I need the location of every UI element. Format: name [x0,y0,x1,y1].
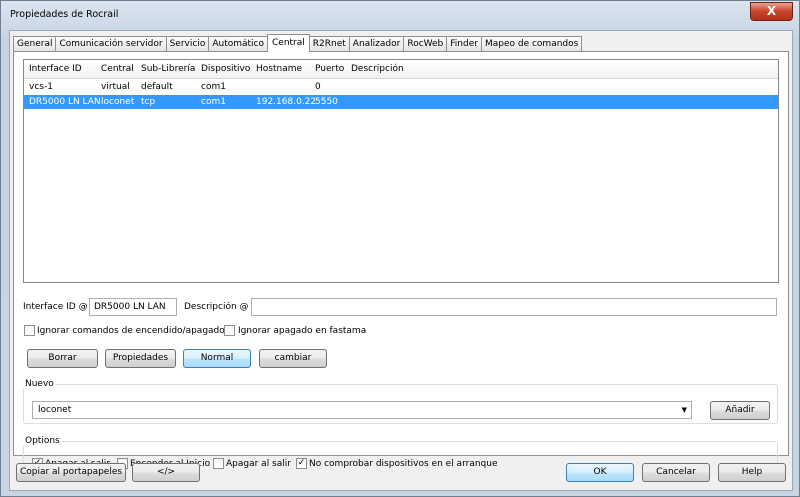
nuevo-select-value: loconet [38,405,72,415]
descripcion-label: Descripción @ [184,302,249,312]
ok-button[interactable]: OK [566,463,634,482]
tab-general[interactable]: General [13,36,57,52]
column-header[interactable]: Sub-Librería [141,64,195,74]
close-button[interactable]: X [750,2,793,21]
table-cell: 0 [315,82,321,92]
ignore-power-checkbox[interactable] [24,325,35,336]
table-cell: virtual [101,82,130,92]
ignore-fastclock-label: Ignorar apagado en fastama [238,326,367,336]
interface-id-label: Interface ID @ [23,302,88,312]
ignore-power-label: Ignorar comandos de encendido/apagado [37,326,225,336]
table-row[interactable]: vcs-1 virtual default com1 0 [24,80,778,94]
borrar-button[interactable]: Borrar [27,349,98,368]
column-header[interactable]: Puerto [315,64,344,74]
table-cell: com1 [201,97,226,107]
cancel-button[interactable]: Cancelar [642,463,710,482]
descripcion-input[interactable] [251,298,777,316]
interface-table[interactable]: Interface ID Central Sub-Librería Dispos… [23,59,779,283]
table-header: Interface ID Central Sub-Librería Dispos… [24,60,778,79]
tab-r2rnet[interactable]: R2Rnet [308,36,350,52]
options-group-title: Options [23,436,62,446]
table-cell: com1 [201,82,226,92]
nuevo-select[interactable]: loconet ▼ [32,401,692,419]
tab-servicio[interactable]: Servicio [165,36,210,52]
footer: Copiar al portapapeles </> OK Cancelar H… [10,459,792,489]
tab-analizador[interactable]: Analizador [348,36,405,52]
copy-to-clipboard-button[interactable]: Copiar al portapapeles [16,463,126,482]
dialog-client: General Comunicación servidor Servicio A… [9,30,793,491]
code-button[interactable]: </> [132,463,200,482]
table-cell: 5550 [315,97,338,107]
table-row-selected[interactable]: DR5000 LN LAN loconet tcp com1 192.168.0… [24,95,778,109]
window-title: Propiedades de Rocrail [10,9,119,20]
cambiar-button[interactable]: cambiar [259,349,327,368]
table-cell: default [141,82,173,92]
title-bar[interactable]: Propiedades de Rocrail X [1,1,799,29]
close-icon: X [766,4,777,18]
table-cell: vcs-1 [29,82,53,92]
column-header[interactable]: Interface ID [29,64,82,74]
table-cell: tcp [141,97,156,107]
column-header[interactable]: Descripción [351,64,404,74]
column-header[interactable]: Hostname [256,64,302,74]
tab-strip: General Comunicación servidor Servicio A… [13,34,583,52]
normal-button[interactable]: Normal [183,349,251,368]
tab-finder[interactable]: Finder [446,36,482,52]
tab-mapeo-de-comandos[interactable]: Mapeo de comandos [480,36,583,52]
table-cell: DR5000 LN LAN [29,97,101,107]
anadir-button[interactable]: Añadir [710,401,770,420]
ignore-fastclock-checkbox[interactable] [224,325,235,336]
nuevo-group-title: Nuevo [23,379,56,389]
help-button[interactable]: Help [718,463,786,482]
tab-central[interactable]: Central [267,34,310,52]
propiedades-button[interactable]: Propiedades [105,349,176,368]
tab-automatico[interactable]: Automático [208,36,268,52]
interface-id-input[interactable]: DR5000 LN LAN [89,298,177,316]
central-panel: Interface ID Central Sub-Librería Dispos… [13,51,789,473]
chevron-down-icon: ▼ [681,406,687,414]
column-header[interactable]: Dispositivo [201,64,250,74]
table-cell: loconet [101,97,135,107]
column-header[interactable]: Central [101,64,134,74]
tab-comunicacion-servidor[interactable]: Comunicación servidor [55,36,167,52]
tab-rocweb[interactable]: RocWeb [403,36,448,52]
table-cell: 192.168.0.22 [256,97,317,107]
nuevo-group: Nuevo loconet ▼ Añadir [23,379,778,424]
properties-window: Propiedades de Rocrail X General Comunic… [0,0,800,497]
